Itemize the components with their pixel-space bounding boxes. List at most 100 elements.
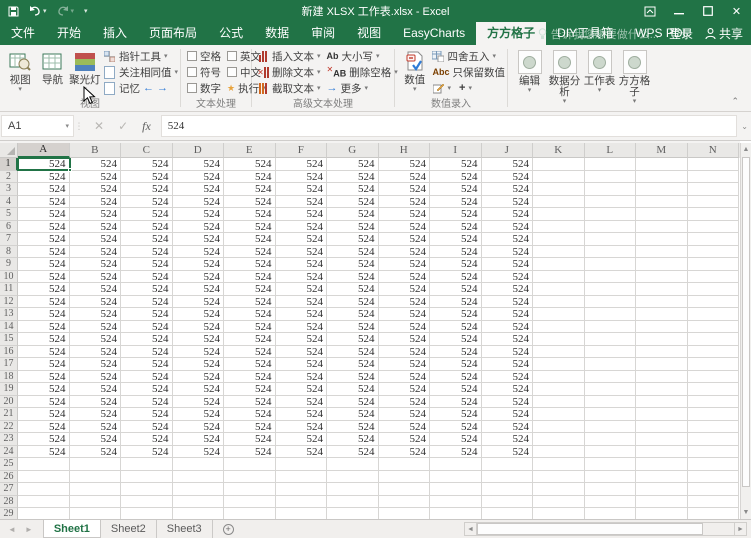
cell-J15[interactable]: 524 [482, 333, 534, 346]
cell-N1[interactable] [688, 158, 740, 171]
ribbon-tab-数据[interactable]: 数据 [254, 22, 300, 45]
cell-K2[interactable] [533, 171, 585, 184]
cell-N13[interactable] [688, 308, 740, 321]
cell-C2[interactable]: 524 [121, 171, 173, 184]
formula-input[interactable]: 524 [161, 115, 737, 137]
data-analysis-button[interactable]: 数据分析 ▾ [547, 48, 582, 105]
row-header-9[interactable]: 9 [0, 258, 18, 271]
cell-G23[interactable]: 524 [327, 433, 379, 446]
cell-I24[interactable]: 524 [430, 446, 482, 459]
column-header-A[interactable]: A [18, 143, 70, 158]
cell-D22[interactable]: 524 [173, 421, 225, 434]
cell-M1[interactable] [636, 158, 688, 171]
cell-I12[interactable]: 524 [430, 296, 482, 309]
row-header-11[interactable]: 11 [0, 283, 18, 296]
round-button[interactable]: 四舍五入▾ [432, 48, 505, 64]
scroll-down-icon[interactable]: ▼ [741, 506, 751, 519]
cell-N9[interactable] [688, 258, 740, 271]
cell-E15[interactable]: 524 [224, 333, 276, 346]
vertical-scrollbar[interactable]: ▲ ▼ [740, 143, 751, 519]
cell-C11[interactable]: 524 [121, 283, 173, 296]
cell-A18[interactable]: 524 [18, 371, 70, 384]
cell-F22[interactable]: 524 [276, 421, 328, 434]
cell-N21[interactable] [688, 408, 740, 421]
cell-B2[interactable]: 524 [70, 171, 122, 184]
cell-E29[interactable] [224, 508, 276, 519]
row-header-26[interactable]: 26 [0, 471, 18, 484]
ribbon-tab-公式[interactable]: 公式 [208, 22, 254, 45]
collapse-ribbon-button[interactable]: ⌃ [731, 96, 739, 107]
cell-D5[interactable]: 524 [173, 208, 225, 221]
cell-J25[interactable] [482, 458, 534, 471]
cell-D16[interactable]: 524 [173, 346, 225, 359]
column-header-H[interactable]: H [379, 143, 431, 158]
save-button[interactable] [8, 6, 19, 17]
confirm-entry-icon[interactable]: ✓ [118, 119, 128, 133]
cell-L7[interactable] [585, 233, 637, 246]
cell-H8[interactable]: 524 [379, 246, 431, 259]
cell-F20[interactable]: 524 [276, 396, 328, 409]
cell-I27[interactable] [430, 483, 482, 496]
cell-G12[interactable]: 524 [327, 296, 379, 309]
sign-in-button[interactable]: 登录 [669, 25, 693, 42]
cell-K9[interactable] [533, 258, 585, 271]
cell-N10[interactable] [688, 271, 740, 284]
cell-H28[interactable] [379, 496, 431, 509]
cell-C27[interactable] [121, 483, 173, 496]
row-header-29[interactable]: 29 [0, 508, 18, 519]
cell-H22[interactable]: 524 [379, 421, 431, 434]
cell-L8[interactable] [585, 246, 637, 259]
name-box-splitter[interactable]: ⋮ [74, 121, 84, 132]
sheet-tab-Sheet2[interactable]: Sheet2 [101, 520, 157, 538]
view-button[interactable]: 视图 ▾ [4, 48, 36, 93]
cell-L29[interactable] [585, 508, 637, 519]
plus-tool-icon[interactable]: + [459, 82, 465, 94]
active-cell-selection[interactable] [17, 158, 71, 171]
cell-L22[interactable] [585, 421, 637, 434]
select-all-button[interactable] [0, 143, 18, 158]
cell-B16[interactable]: 524 [70, 346, 122, 359]
cell-B11[interactable]: 524 [70, 283, 122, 296]
cell-C1[interactable]: 524 [121, 158, 173, 171]
cell-J23[interactable]: 524 [482, 433, 534, 446]
extract-text-button[interactable]: 截取文本▾ [257, 80, 321, 96]
cell-C9[interactable]: 524 [121, 258, 173, 271]
row-header-18[interactable]: 18 [0, 371, 18, 384]
checkbox-number[interactable]: 数字 [187, 80, 221, 96]
same-value-button[interactable]: 关注相同值 ▾ [104, 64, 178, 80]
cell-A24[interactable]: 524 [18, 446, 70, 459]
cell-B8[interactable]: 524 [70, 246, 122, 259]
cell-A27[interactable] [18, 483, 70, 496]
cell-I29[interactable] [430, 508, 482, 519]
insert-function-icon[interactable]: fx [142, 119, 151, 134]
cell-G4[interactable]: 524 [327, 196, 379, 209]
cell-A3[interactable]: 524 [18, 183, 70, 196]
cell-I20[interactable]: 524 [430, 396, 482, 409]
edit-cell-caret-icon[interactable]: ▾ [447, 85, 451, 92]
cell-I13[interactable]: 524 [430, 308, 482, 321]
close-button[interactable]: ✕ [722, 0, 751, 22]
cell-I1[interactable]: 524 [430, 158, 482, 171]
cell-G10[interactable]: 524 [327, 271, 379, 284]
cell-E13[interactable]: 524 [224, 308, 276, 321]
cell-I5[interactable]: 524 [430, 208, 482, 221]
cell-F10[interactable]: 524 [276, 271, 328, 284]
cell-G3[interactable]: 524 [327, 183, 379, 196]
cell-B26[interactable] [70, 471, 122, 484]
cell-M19[interactable] [636, 383, 688, 396]
cell-F6[interactable]: 524 [276, 221, 328, 234]
undo-button[interactable]: ▾ [29, 6, 47, 16]
cell-I14[interactable]: 524 [430, 321, 482, 334]
cell-D12[interactable]: 524 [173, 296, 225, 309]
cell-J13[interactable]: 524 [482, 308, 534, 321]
row-header-7[interactable]: 7 [0, 233, 18, 246]
cell-K13[interactable] [533, 308, 585, 321]
cell-H2[interactable]: 524 [379, 171, 431, 184]
cell-M29[interactable] [636, 508, 688, 519]
cell-F3[interactable]: 524 [276, 183, 328, 196]
cell-D25[interactable] [173, 458, 225, 471]
cell-A22[interactable]: 524 [18, 421, 70, 434]
cell-H16[interactable]: 524 [379, 346, 431, 359]
cell-C28[interactable] [121, 496, 173, 509]
cell-J1[interactable]: 524 [482, 158, 534, 171]
